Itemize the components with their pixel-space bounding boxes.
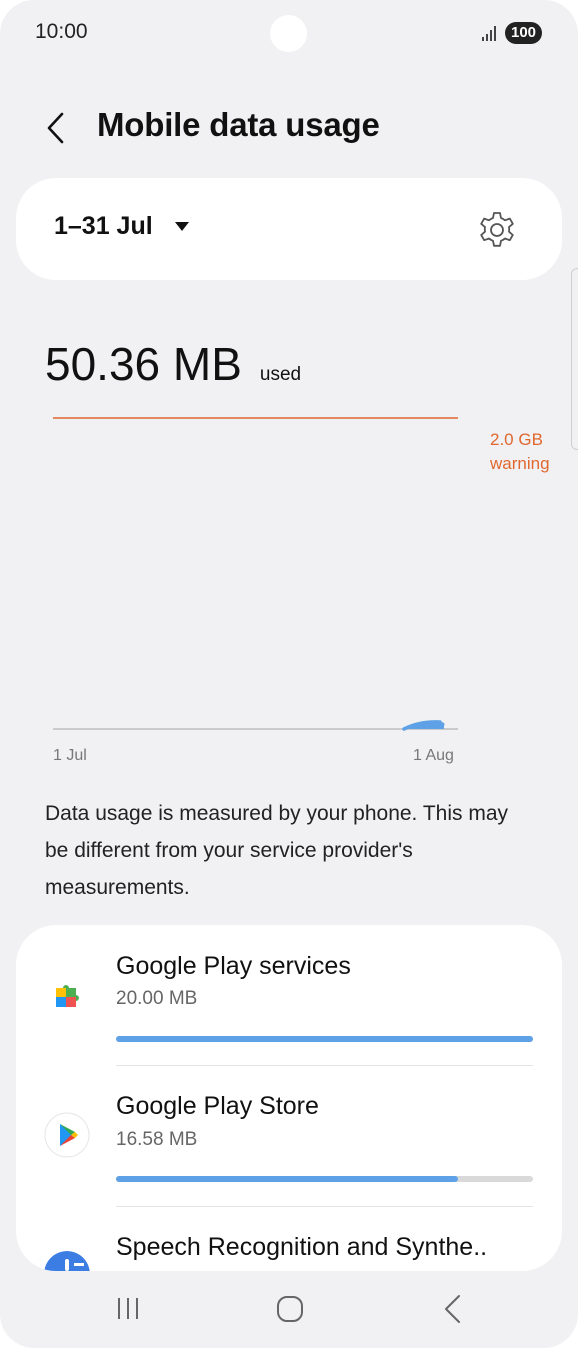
warning-label: 2.0 GB warning <box>490 428 550 476</box>
period-dropdown[interactable]: 1–31 Jul <box>54 212 189 241</box>
app-size: 20.00 MB <box>116 988 198 1009</box>
app-usage-bar <box>116 1036 533 1042</box>
app-size: 16.58 MB <box>116 1129 198 1150</box>
speech-recognition-icon <box>44 1251 90 1271</box>
battery-icon: 100 <box>505 22 542 44</box>
recents-button[interactable] <box>103 1288 153 1330</box>
chevron-left-icon <box>47 112 64 144</box>
phone-screen: 10:00 100 Mobile data usage 1–31 Jul 50.… <box>0 0 578 1348</box>
google-play-services-icon <box>44 971 90 1017</box>
usage-total: 50.36 MB used <box>45 337 301 391</box>
page-title: Mobile data usage <box>97 106 380 143</box>
app-name: Google Play services <box>116 952 351 980</box>
app-usage-fill <box>116 1036 533 1042</box>
google-play-store-icon <box>44 1112 90 1158</box>
app-name: Google Play Store <box>116 1092 319 1120</box>
home-icon <box>277 1296 303 1322</box>
period-label: 1–31 Jul <box>54 212 153 240</box>
usage-suffix: used <box>259 364 302 385</box>
caret-down-icon <box>174 222 189 231</box>
gear-icon <box>480 212 514 247</box>
warning-amount: 2.0 GB <box>490 430 543 449</box>
recents-icon <box>118 1298 138 1319</box>
app-usage-fill <box>116 1176 458 1182</box>
edge-panel-handle[interactable] <box>571 268 578 450</box>
status-time: 10:00 <box>35 20 88 43</box>
app-usage-bar <box>116 1176 533 1182</box>
home-button[interactable] <box>265 1288 315 1330</box>
period-card: 1–31 Jul <box>16 178 562 280</box>
settings-button[interactable] <box>476 209 518 251</box>
camera-cutout <box>270 15 307 52</box>
app-row-google-play-services[interactable]: Google Play services 20.00 MB <box>16 925 562 1065</box>
axis-end-label: 1 Aug <box>413 747 454 764</box>
usage-value: 50.36 MB <box>45 338 242 390</box>
warning-text: warning <box>490 454 550 473</box>
app-row-google-play-store[interactable]: Google Play Store 16.58 MB <box>16 1066 562 1206</box>
info-text: Data usage is measured by your phone. Th… <box>45 802 509 899</box>
axis-start-label: 1 Jul <box>53 747 87 764</box>
back-icon <box>445 1295 460 1323</box>
app-name: Speech Recognition and Synthe.. <box>116 1233 488 1261</box>
app-row-speech-recognition[interactable]: Speech Recognition and Synthe.. <box>16 1207 562 1271</box>
apps-list: Google Play services 20.00 MB Google Pla… <box>16 925 562 1271</box>
back-button[interactable] <box>38 106 78 150</box>
nav-back-button[interactable] <box>427 1288 477 1330</box>
signal-icon <box>482 26 496 41</box>
